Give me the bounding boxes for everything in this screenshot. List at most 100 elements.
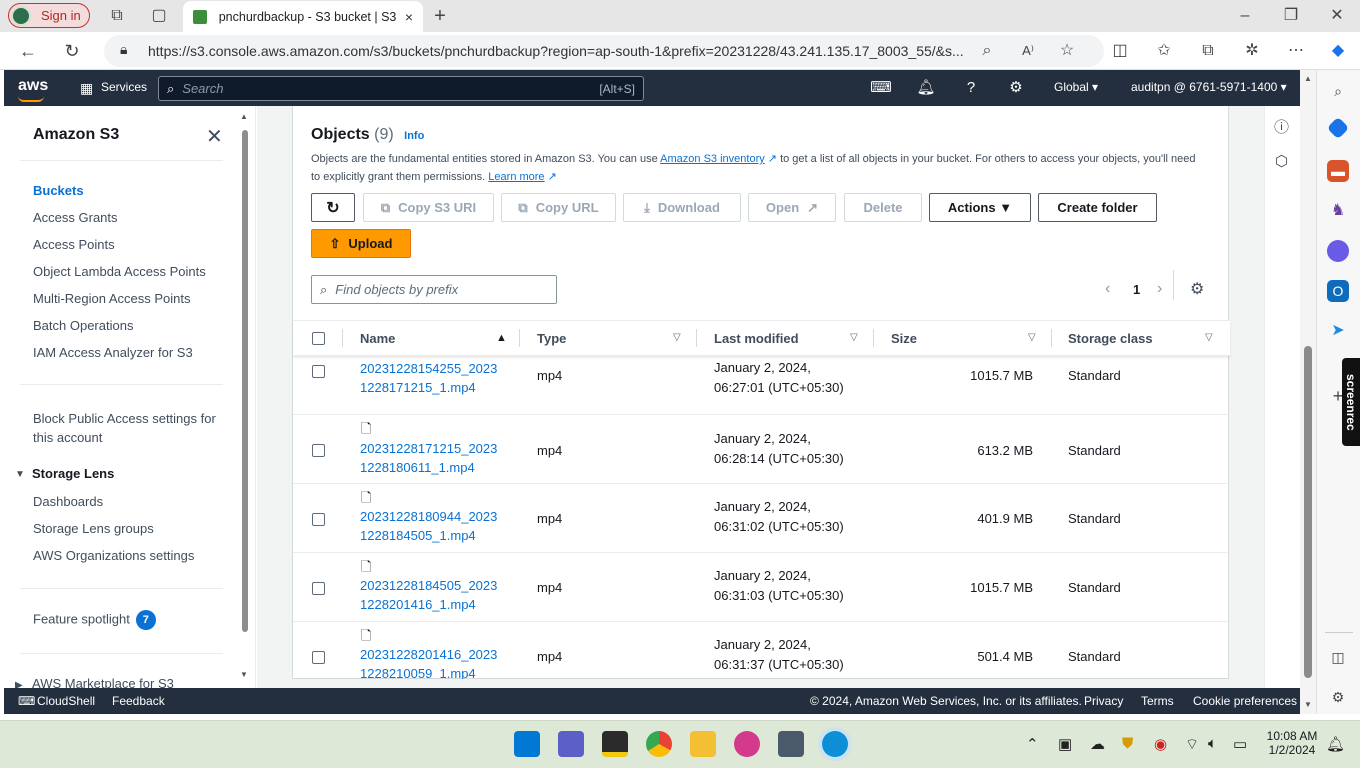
copy-url-button[interactable]: ⧉ Copy URL <box>501 193 616 222</box>
sidebar-item-buckets[interactable]: Buckets <box>33 183 84 198</box>
games-icon[interactable]: ♞ <box>1327 200 1349 222</box>
row-checkbox[interactable] <box>312 444 325 457</box>
column-storage-class[interactable]: Storage class <box>1068 331 1153 346</box>
wps-office-icon[interactable] <box>734 731 760 757</box>
refresh-button[interactable]: ↻ <box>311 193 355 222</box>
prev-page-icon[interactable]: ‹ <box>1105 280 1110 298</box>
scroll-down-icon[interactable]: ▼ <box>1304 700 1312 709</box>
row-checkbox[interactable] <box>312 582 325 595</box>
teams-icon[interactable] <box>558 731 584 757</box>
sidebar-item-object-lambda[interactable]: Object Lambda Access Points <box>33 264 206 279</box>
restore-button[interactable]: ❐ <box>1279 4 1303 28</box>
sort-icon[interactable]: ▽ <box>673 332 681 343</box>
windows-start-icon[interactable] <box>514 731 540 757</box>
delete-button[interactable]: Delete <box>844 193 922 222</box>
edge-browser-icon[interactable] <box>822 731 848 757</box>
select-all-checkbox[interactable] <box>312 332 325 345</box>
terms-link[interactable]: Terms <box>1141 694 1174 708</box>
refresh-icon[interactable]: ↻ <box>60 39 84 63</box>
aws-logo[interactable]: aws <box>18 77 48 102</box>
sidebar-item-iam-analyzer[interactable]: IAM Access Analyzer for S3 <box>33 345 193 360</box>
read-aloud-icon[interactable]: A⁾ <box>1016 39 1040 63</box>
cloudshell-link[interactable]: CloudShell <box>37 694 95 708</box>
cloudshell-footer-icon[interactable]: ⌨ <box>18 694 35 708</box>
help-icon[interactable]: ? <box>959 76 983 100</box>
sort-asc-icon[interactable]: ▲ <box>496 332 507 344</box>
tools-icon[interactable]: ▬ <box>1327 160 1349 182</box>
table-row[interactable]: 🗋 20231228201416_2023 1228210059_1.mp4 mp… <box>293 622 1230 679</box>
object-name-link[interactable]: 20231228184505_2023 1228201416_1.mp4 <box>360 576 497 614</box>
camera-app-icon[interactable] <box>778 731 804 757</box>
tray-app-icon[interactable]: ▣ <box>1058 735 1072 753</box>
close-sidebar-icon[interactable]: ✕ <box>206 124 223 149</box>
row-checkbox[interactable] <box>312 513 325 526</box>
region-selector[interactable]: Global ▾ <box>1054 80 1098 94</box>
file-explorer-icon[interactable] <box>690 731 716 757</box>
create-folder-button[interactable]: Create folder <box>1038 193 1157 222</box>
sidebar-item-block-public-access[interactable]: Block Public Access settings for this ac… <box>33 409 216 447</box>
edge-settings-gear-icon[interactable]: ⚙ <box>1327 686 1349 708</box>
account-menu[interactable]: auditpn @ 6761-5971-1400 ▾ <box>1131 80 1287 94</box>
row-checkbox[interactable] <box>312 365 325 378</box>
collections-icon[interactable]: ⧉ <box>1196 39 1220 63</box>
microsoft-365-icon[interactable] <box>1327 240 1349 262</box>
column-last-modified[interactable]: Last modified <box>714 331 799 346</box>
sidebar-item-org-settings[interactable]: AWS Organizations settings <box>33 548 194 563</box>
sidebar-item-access-points[interactable]: Access Points <box>33 237 115 252</box>
sidebar-toggle-icon[interactable]: ◫ <box>1327 646 1349 668</box>
outlook-icon[interactable]: O <box>1327 280 1349 302</box>
sort-icon[interactable]: ▽ <box>1028 332 1036 343</box>
minimize-button[interactable]: – <box>1233 4 1257 28</box>
settings-gear-icon[interactable]: ⚙ <box>1004 76 1028 100</box>
sidebar-item-feature-spotlight[interactable]: Feature spotlight 7 <box>33 610 156 630</box>
screenrec-widget[interactable]: screenrec <box>1342 358 1360 446</box>
record-icon[interactable]: ◉ <box>1154 735 1167 753</box>
chrome-icon[interactable] <box>646 731 672 757</box>
more-menu-icon[interactable]: ⋯ <box>1284 39 1308 63</box>
back-icon[interactable]: ← <box>16 39 40 63</box>
sticky-notes-icon[interactable] <box>602 731 628 757</box>
tab-actions-icon[interactable]: ▢ <box>147 4 171 28</box>
next-page-icon[interactable]: › <box>1157 280 1162 298</box>
column-type[interactable]: Type <box>537 331 566 346</box>
notifications-bell-icon[interactable]: 🔔︎ <box>914 76 938 100</box>
send-icon[interactable]: ➤ <box>1327 320 1349 342</box>
sign-in-button[interactable]: Sign in <box>8 3 90 28</box>
column-size[interactable]: Size <box>891 331 917 346</box>
cookie-preferences-link[interactable]: Cookie preferences <box>1193 694 1297 708</box>
privacy-link[interactable]: Privacy <box>1084 694 1123 708</box>
sort-icon[interactable]: ▽ <box>850 332 858 343</box>
scroll-down-icon[interactable]: ▼ <box>240 670 248 679</box>
sort-icon[interactable]: ▽ <box>1205 332 1213 343</box>
favorite-star-icon[interactable]: ☆ <box>1055 39 1079 63</box>
object-name-link[interactable]: 20231228154255_2023 1228171215_1.mp4 <box>360 359 497 397</box>
tab-close-icon[interactable]: × <box>405 9 413 25</box>
column-name[interactable]: Name <box>360 331 395 346</box>
services-menu[interactable]: Services <box>101 80 147 94</box>
sidebar-item-lens-groups[interactable]: Storage Lens groups <box>33 521 154 536</box>
clock[interactable]: 10:08 AM 1/2/2024 <box>1266 729 1318 757</box>
close-window-button[interactable]: ✕ <box>1325 4 1349 28</box>
object-name-link[interactable]: 20231228201416_2023 1228210059_1.mp4 <box>360 645 497 679</box>
onedrive-icon[interactable]: ☁ <box>1090 735 1105 753</box>
new-tab-button[interactable]: + <box>428 4 452 28</box>
extensions-icon[interactable]: ✲ <box>1240 39 1264 63</box>
tray-chevron-icon[interactable]: ⌃ <box>1026 735 1039 753</box>
services-grid-icon[interactable]: ▦ <box>80 80 93 97</box>
caret-down-icon[interactable]: ▼ <box>15 469 25 480</box>
copy-s3-uri-button[interactable]: ⧉ Copy S3 URI <box>363 193 494 222</box>
table-row[interactable]: 🗋 20231228171215_2023 1228180611_1.mp4 mp… <box>293 415 1230 484</box>
download-button[interactable]: ⤓ Download <box>623 193 741 222</box>
scroll-up-icon[interactable]: ▲ <box>240 112 248 121</box>
cloudshell-icon[interactable]: ⌨ <box>869 76 893 100</box>
sidebar-item-multi-region[interactable]: Multi-Region Access Points <box>33 291 191 306</box>
sidebar-item-access-grants[interactable]: Access Grants <box>33 210 118 225</box>
browser-tab[interactable]: pnchurdbackup - S3 bucket | S3 × <box>183 1 423 32</box>
table-row[interactable]: 20231228154255_2023 1228171215_1.mp4 mp4 … <box>293 356 1230 415</box>
info-link[interactable]: Info <box>404 130 424 142</box>
upload-button[interactable]: ⇧ Upload <box>311 229 411 258</box>
security-shield-icon[interactable]: ⛊ <box>1122 735 1133 752</box>
row-checkbox[interactable] <box>312 651 325 664</box>
sidebar-item-batch-operations[interactable]: Batch Operations <box>33 318 133 333</box>
volume-icon[interactable]: 🔈︎ <box>1208 735 1217 752</box>
